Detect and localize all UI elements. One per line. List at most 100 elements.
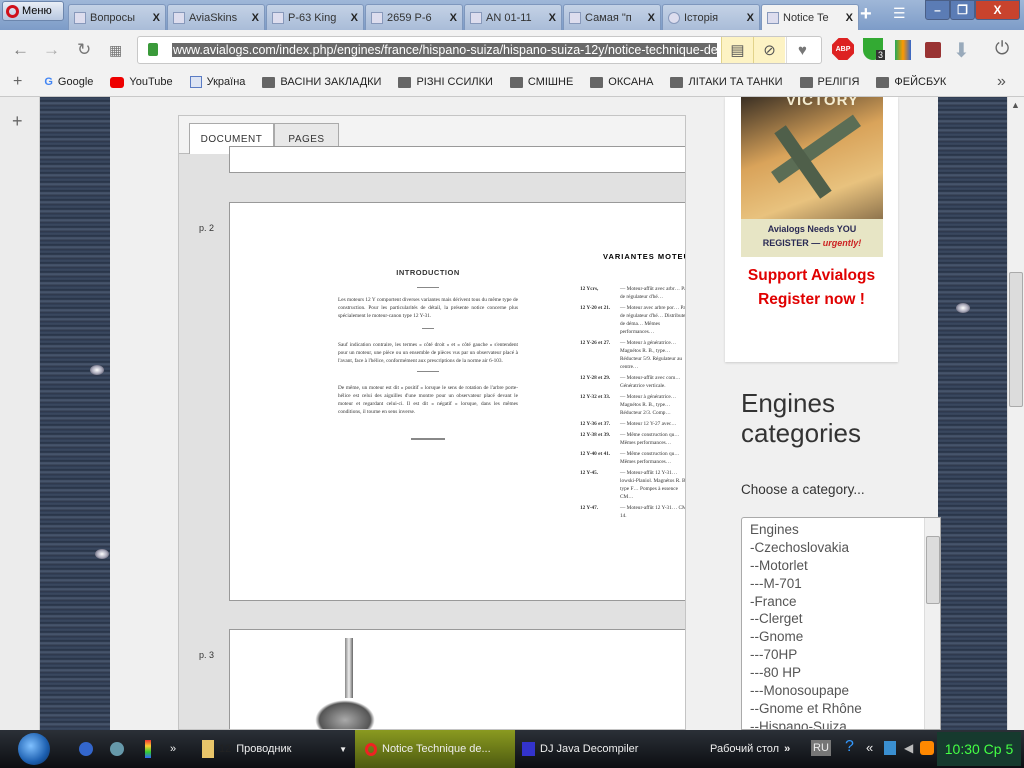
close-window-button[interactable]: X: [975, 0, 1020, 20]
category-option[interactable]: ---Monosoupape: [742, 682, 940, 700]
add-panel-icon[interactable]: +: [12, 111, 23, 132]
taskbar-window[interactable]: DJ Java Decompiler: [522, 730, 638, 768]
taskbar-explorer[interactable]: 12 Проводник ▼: [202, 730, 347, 768]
divider: [422, 328, 434, 329]
taskbar-active-window[interactable]: Notice Technique de...: [355, 730, 515, 768]
tab-menu-icon[interactable]: ☰: [893, 5, 906, 22]
scrollbar-thumb[interactable]: [1009, 272, 1023, 407]
variant-row: 12 Y-26 et 27. — Moteur à génératrice… Ma…: [580, 339, 685, 371]
opera-menu-button[interactable]: Меню: [2, 1, 64, 21]
heart-icon[interactable]: ♥: [786, 37, 818, 63]
category-option[interactable]: ---M-701: [742, 575, 940, 593]
books-extension-icon[interactable]: [895, 40, 911, 60]
help-icon[interactable]: ?: [845, 738, 854, 756]
download-icon[interactable]: ⬇: [953, 38, 970, 63]
category-option[interactable]: --Clerget: [742, 610, 940, 628]
quicklaunch-icon[interactable]: [145, 740, 151, 758]
close-tab-icon[interactable]: X: [450, 12, 457, 24]
page-scrollbar[interactable]: ▲: [1007, 97, 1024, 730]
category-option[interactable]: --Gnome et Rhône: [742, 700, 940, 718]
url-text[interactable]: www.avialogs.com/index.php/engines/franc…: [172, 43, 717, 57]
block-icon[interactable]: ⊘: [753, 37, 785, 63]
category-option[interactable]: ---80 HP: [742, 664, 940, 682]
tab[interactable]: 2659 P-6 X: [365, 4, 463, 30]
close-tab-icon[interactable]: X: [747, 12, 754, 24]
scroll-up-icon[interactable]: ▲: [1011, 100, 1020, 110]
tab[interactable]: AviaSkins X: [167, 4, 265, 30]
bookmark-folder[interactable]: ФЕЙСБУК: [876, 76, 946, 88]
speed-dial-icon[interactable]: ▦: [109, 42, 122, 59]
tv-extension-icon[interactable]: [925, 42, 941, 58]
scrollbar-thumb[interactable]: [926, 536, 940, 604]
bookmark-folder[interactable]: СМІШНЕ: [509, 76, 573, 88]
tab[interactable]: P-63 King X: [266, 4, 364, 30]
quicklaunch-icon[interactable]: [110, 742, 124, 756]
folder-icon: [876, 76, 890, 88]
variant-row: 12 Y-40 et 41. — Même construction qu… Mê…: [580, 450, 685, 466]
reload-icon[interactable]: ↻: [77, 40, 91, 60]
variant-row: 12 Y-45. — Moteur-affût 12 Y-31… lowski-P…: [580, 469, 685, 501]
bookmark-folder[interactable]: ОКСАНА: [590, 76, 653, 88]
tab-label: Історія: [684, 11, 719, 24]
tab[interactable]: Історія X: [662, 4, 760, 30]
youtube-icon: [110, 76, 125, 88]
tab-label: P-63 King: [288, 11, 337, 24]
variant-desc: — Moteur 12 Y-27 avec…: [620, 421, 677, 427]
more-bookmarks-icon[interactable]: »: [997, 73, 1006, 91]
category-option[interactable]: --Hispano-Suiza: [742, 718, 940, 729]
support-link[interactable]: Support Avialogs: [725, 264, 898, 288]
language-indicator[interactable]: RU: [811, 740, 831, 756]
network-icon[interactable]: [884, 741, 896, 755]
category-option[interactable]: ---70HP: [742, 646, 940, 664]
close-tab-icon[interactable]: X: [351, 12, 358, 24]
bookmark-youtube[interactable]: YouTube: [110, 76, 173, 88]
add-bookmark-icon[interactable]: +: [13, 73, 22, 91]
more-quicklaunch-icon[interactable]: »: [170, 730, 176, 768]
category-option[interactable]: --Motorlet: [742, 557, 940, 575]
clock[interactable]: 10:30 Ср 5: [937, 732, 1021, 766]
address-bar[interactable]: www.avialogs.com/index.php/engines/franc…: [137, 36, 822, 64]
minimize-button[interactable]: –: [925, 0, 950, 20]
maximize-button[interactable]: ❐: [950, 0, 975, 20]
tab[interactable]: Вопросы X: [68, 4, 166, 30]
update-icon[interactable]: ⏻: [995, 38, 1009, 59]
tab[interactable]: Самая "п X: [563, 4, 661, 30]
tab-label: Вопросы: [90, 11, 136, 24]
bookmark-label: YouTube: [129, 76, 173, 88]
quicklaunch-icon[interactable]: [79, 742, 93, 756]
listbox-scrollbar[interactable]: [924, 518, 940, 729]
bookmark-folder[interactable]: РЕЛІГІЯ: [799, 76, 859, 88]
taskbar-label: Notice Technique de...: [382, 743, 491, 755]
category-option[interactable]: Engines: [742, 521, 940, 539]
back-icon[interactable]: ←: [12, 40, 29, 60]
menu-label: Меню: [22, 5, 52, 17]
close-tab-icon[interactable]: X: [549, 12, 556, 24]
bookmark-google[interactable]: G Google: [44, 76, 93, 88]
close-tab-icon[interactable]: X: [846, 12, 853, 24]
category-option[interactable]: -France: [742, 593, 940, 611]
start-button[interactable]: [18, 733, 50, 765]
new-tab-button[interactable]: +: [860, 3, 872, 26]
variant-desc: — Moteur-affût avec arbr… Pas de régulat…: [620, 286, 686, 300]
volume-icon[interactable]: ◀: [904, 741, 913, 755]
bookmark-ukraina[interactable]: Україна: [189, 76, 245, 88]
register-link[interactable]: Register now !: [725, 288, 898, 312]
category-listbox[interactable]: Engines -Czechoslovakia --Motorlet ---M-701…: [741, 517, 941, 730]
bookmark-folder[interactable]: ЛІТАКИ ТА ТАНКИ: [670, 76, 783, 88]
close-tab-icon[interactable]: X: [252, 12, 259, 24]
bookmark-folder[interactable]: ВАСІНИ ЗАКЛАДКИ: [262, 76, 381, 88]
show-hidden-icons[interactable]: «: [866, 740, 873, 755]
category-option[interactable]: --Gnome: [742, 628, 940, 646]
bookmark-folder[interactable]: РІЗНІ ССИЛКИ: [398, 76, 493, 88]
close-tab-icon[interactable]: X: [648, 12, 655, 24]
reader-icon[interactable]: ▤: [721, 37, 753, 63]
antivirus-icon[interactable]: [920, 741, 934, 755]
category-option[interactable]: -Czechoslovakia: [742, 539, 940, 557]
desktop-toolbar[interactable]: Рабочий стол»: [710, 730, 790, 768]
forward-icon[interactable]: →: [43, 40, 60, 60]
support-poster[interactable]: VICTORY Avialogs Needs YOU REGISTER — ur…: [741, 97, 883, 257]
doc-paragraph: De même, un moteur est dit « positif » l…: [338, 385, 518, 415]
tab-active[interactable]: Notice Te X: [761, 4, 859, 30]
tab[interactable]: AN 01-11 X: [464, 4, 562, 30]
close-tab-icon[interactable]: X: [153, 12, 160, 24]
